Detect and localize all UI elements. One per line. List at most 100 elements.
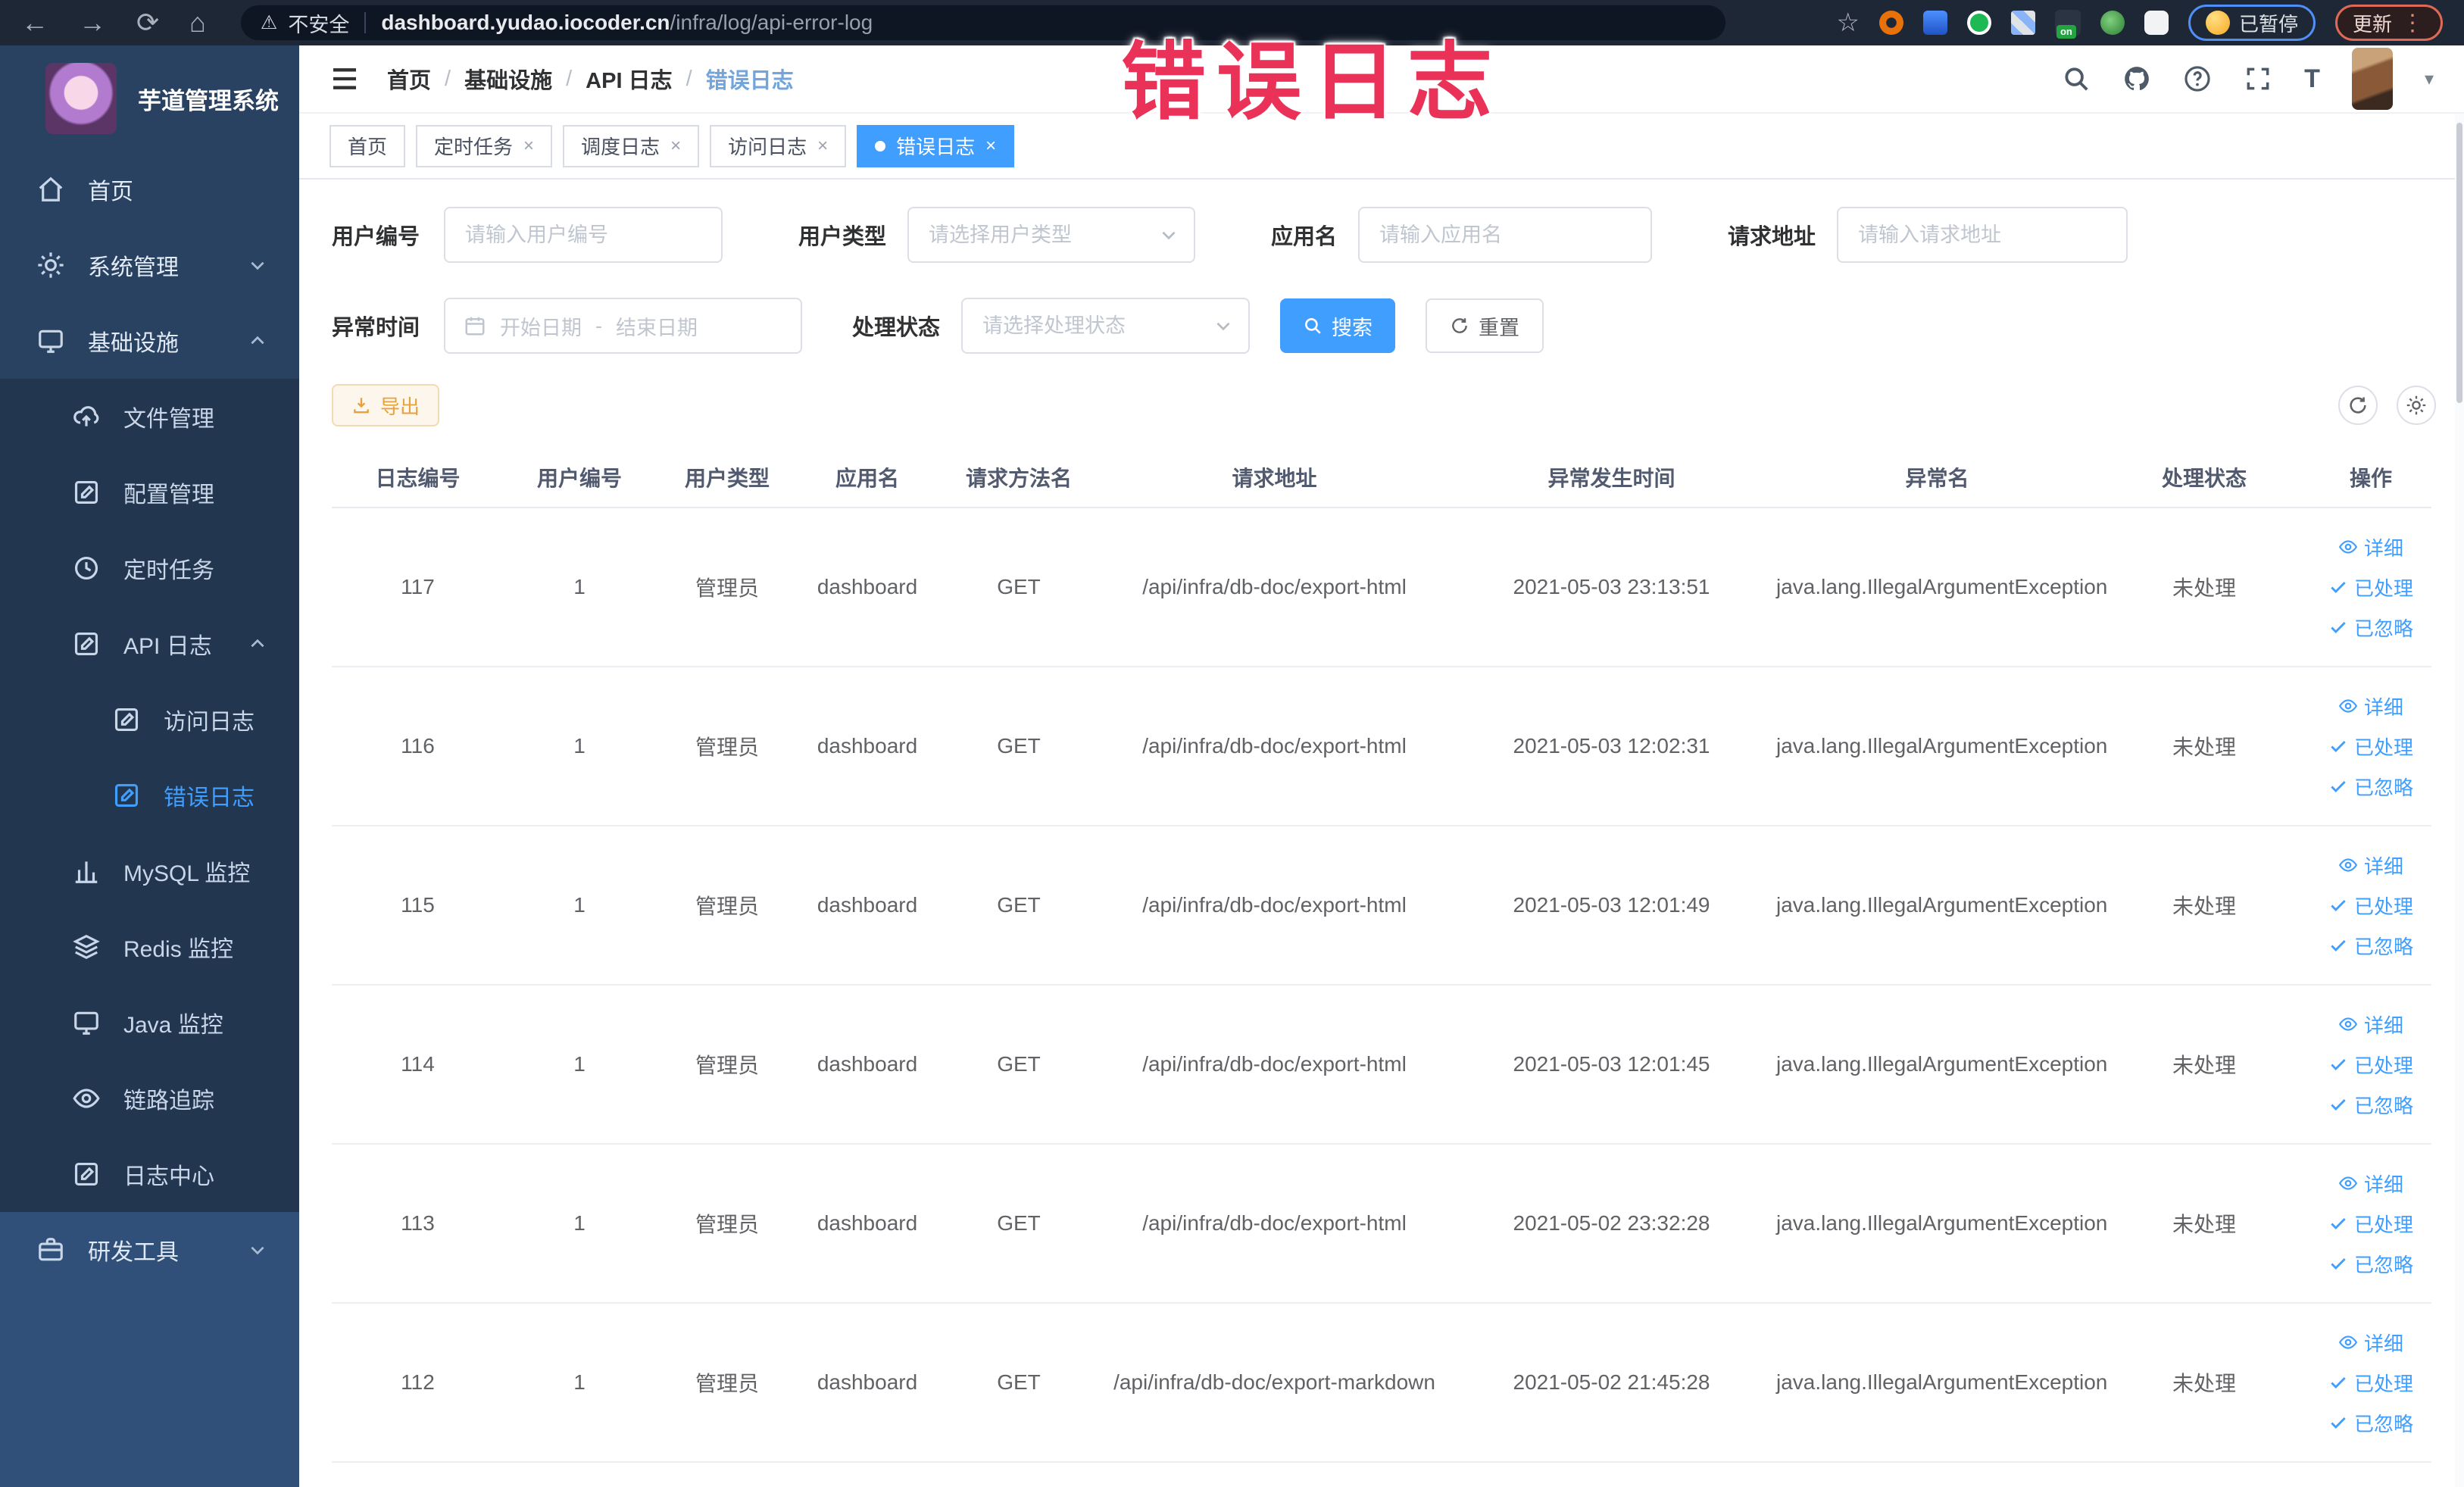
close-icon[interactable]: × — [817, 136, 828, 157]
mark-ignored-link[interactable]: 已忽略 — [2328, 1091, 2413, 1119]
mark-processed-link[interactable]: 已处理 — [2328, 573, 2413, 601]
sidebar-item-infrastructure[interactable]: 基础设施 — [0, 303, 299, 379]
detail-link[interactable]: 详细 — [2338, 1170, 2403, 1198]
app-logo-row[interactable]: 芋道管理系统 — [0, 45, 299, 152]
breadcrumb-home[interactable]: 首页 — [387, 63, 431, 95]
detail-link[interactable]: 详细 — [2338, 533, 2403, 561]
mark-ignored-link[interactable]: 已忽略 — [2328, 932, 2413, 960]
sidebar-item-redis-monitor[interactable]: Redis 监控 — [0, 909, 299, 985]
fullscreen-icon[interactable] — [2244, 64, 2272, 93]
user-type-field — [907, 207, 1196, 263]
close-icon[interactable]: × — [670, 136, 681, 157]
edit-square-icon — [112, 705, 141, 734]
sidebar-item-config-management[interactable]: 配置管理 — [0, 455, 299, 530]
mark-ignored-link[interactable]: 已忽略 — [2328, 1409, 2413, 1437]
user-menu-caret-icon[interactable]: ▾ — [2425, 68, 2434, 90]
hamburger-icon[interactable] — [329, 64, 360, 94]
browser-reload-button[interactable]: ⟳ — [136, 9, 159, 36]
detail-link[interactable]: 详细 — [2338, 1011, 2403, 1039]
security-label[interactable]: 不安全 — [288, 8, 349, 38]
user-type-select[interactable] — [907, 207, 1196, 263]
mark-processed-link[interactable]: 已处理 — [2328, 733, 2413, 761]
tab-access-log[interactable]: 访问日志 × — [710, 124, 847, 167]
extensions-puzzle-icon[interactable] — [2144, 11, 2169, 35]
request-url-input[interactable] — [1837, 207, 2128, 263]
extension-shield-icon[interactable] — [1922, 11, 1947, 35]
extension-grid-icon[interactable] — [2010, 11, 2035, 35]
process-status-field — [961, 298, 1251, 354]
monitor-icon — [36, 326, 65, 355]
breadcrumb-api-log[interactable]: API 日志 — [586, 63, 672, 95]
sidebar-item-trace[interactable]: 链路追踪 — [0, 1061, 299, 1136]
mark-processed-link[interactable]: 已处理 — [2328, 1051, 2413, 1079]
avatar[interactable] — [2351, 48, 2393, 110]
bookmark-star-icon[interactable]: ☆ — [1836, 8, 1859, 38]
mark-processed-link[interactable]: 已处理 — [2328, 1210, 2413, 1238]
extension-orange-icon[interactable] — [1878, 11, 1903, 35]
breadcrumb-infrastructure[interactable]: 基础设施 — [464, 63, 552, 95]
close-icon[interactable]: × — [523, 136, 534, 157]
sidebar-item-api-log[interactable]: API 日志 — [0, 606, 299, 682]
cell-user-id: 1 — [573, 734, 586, 758]
update-button[interactable]: 更新 ⋮ — [2334, 5, 2443, 41]
tab-schedule-log[interactable]: 调度日志 × — [563, 124, 700, 167]
table-row: 112 1 管理员 dashboard GET /api/infra/db-do… — [332, 1304, 2431, 1463]
exception-time-label: 异常时间 — [332, 316, 420, 340]
infrastructure-submenu: 文件管理 配置管理 定时任务 API 日志 访问日志 错误日志 MySQL 监控… — [0, 379, 299, 1212]
address-bar[interactable]: ⚠ 不安全 dashboard.yudao.iocoder.cn /infra/… — [240, 5, 1725, 40]
mark-processed-link[interactable]: 已处理 — [2328, 1369, 2413, 1397]
mark-ignored-link[interactable]: 已忽略 — [2328, 773, 2413, 801]
sidebar-item-system-management[interactable]: 系统管理 — [0, 227, 299, 303]
search-icon — [1303, 316, 1323, 336]
exception-time-range-picker[interactable]: 开始日期 - 结束日期 — [444, 298, 803, 354]
detail-link[interactable]: 详细 — [2338, 1329, 2403, 1357]
search-icon[interactable] — [2062, 64, 2091, 93]
sidebar-item-file-management[interactable]: 文件管理 — [0, 379, 299, 455]
process-status-select[interactable] — [961, 298, 1251, 354]
vertical-scrollbar — [2455, 114, 2464, 1487]
scrollbar-thumb[interactable] — [2456, 123, 2462, 403]
sidebar-item-scheduled-tasks[interactable]: 定时任务 — [0, 530, 299, 606]
font-size-icon[interactable]: T — [2304, 66, 2320, 92]
sidebar-item-error-log[interactable]: 错误日志 — [0, 758, 299, 833]
extension-toggle-icon[interactable]: on — [2054, 10, 2081, 39]
sidebar-item-mysql-monitor[interactable]: MySQL 监控 — [0, 833, 299, 909]
close-icon[interactable]: × — [985, 136, 996, 157]
detail-link[interactable]: 详细 — [2338, 692, 2403, 720]
search-button[interactable]: 搜索 — [1280, 298, 1396, 353]
extension-green-icon[interactable] — [1966, 11, 1991, 35]
sidebar-item-java-monitor[interactable]: Java 监控 — [0, 985, 299, 1061]
security-warning-icon: ⚠ — [260, 12, 278, 33]
browser-menu-dots-icon[interactable]: ⋮ — [2401, 10, 2425, 36]
refresh-button[interactable] — [2338, 386, 2378, 425]
extension-leaf-icon[interactable] — [2100, 11, 2125, 35]
browser-forward-button[interactable]: → — [79, 9, 106, 36]
detail-link[interactable]: 详细 — [2338, 851, 2403, 879]
mark-ignored-link[interactable]: 已忽略 — [2328, 614, 2413, 642]
export-button[interactable]: 导出 — [332, 384, 440, 426]
mark-ignored-link[interactable]: 已忽略 — [2328, 1250, 2413, 1278]
sidebar-item-access-log[interactable]: 访问日志 — [0, 682, 299, 758]
paused-badge[interactable]: 已暂停 — [2188, 5, 2316, 41]
browser-back-button[interactable]: ← — [21, 9, 48, 36]
column-settings-button[interactable] — [2397, 386, 2436, 425]
help-icon[interactable] — [2183, 64, 2212, 93]
reset-button[interactable]: 重置 — [1426, 298, 1544, 353]
error-log-table: 日志编号 用户编号 用户类型 应用名 请求方法名 请求地址 异常发生时间 异常名… — [332, 448, 2431, 1463]
cell-app-name: dashboard — [817, 1052, 918, 1076]
tab-home[interactable]: 首页 — [329, 124, 406, 167]
github-icon[interactable] — [2122, 64, 2151, 93]
omnibox-divider — [364, 12, 367, 33]
tab-scheduled-tasks[interactable]: 定时任务 × — [416, 124, 553, 167]
sidebar-item-log-center[interactable]: 日志中心 — [0, 1136, 299, 1212]
download-icon — [351, 395, 371, 415]
cell-log-id: 112 — [401, 1370, 435, 1394]
tab-error-log[interactable]: 错误日志 × — [857, 124, 1015, 167]
sidebar-item-dev-tools[interactable]: 研发工具 — [0, 1212, 299, 1288]
sidebar-item-home[interactable]: 首页 — [0, 152, 299, 227]
user-id-input[interactable] — [444, 207, 723, 263]
mark-processed-link[interactable]: 已处理 — [2328, 892, 2413, 920]
app-name-input[interactable] — [1358, 207, 1653, 263]
browser-home-button[interactable]: ⌂ — [189, 9, 206, 36]
check-icon — [2328, 1095, 2348, 1114]
